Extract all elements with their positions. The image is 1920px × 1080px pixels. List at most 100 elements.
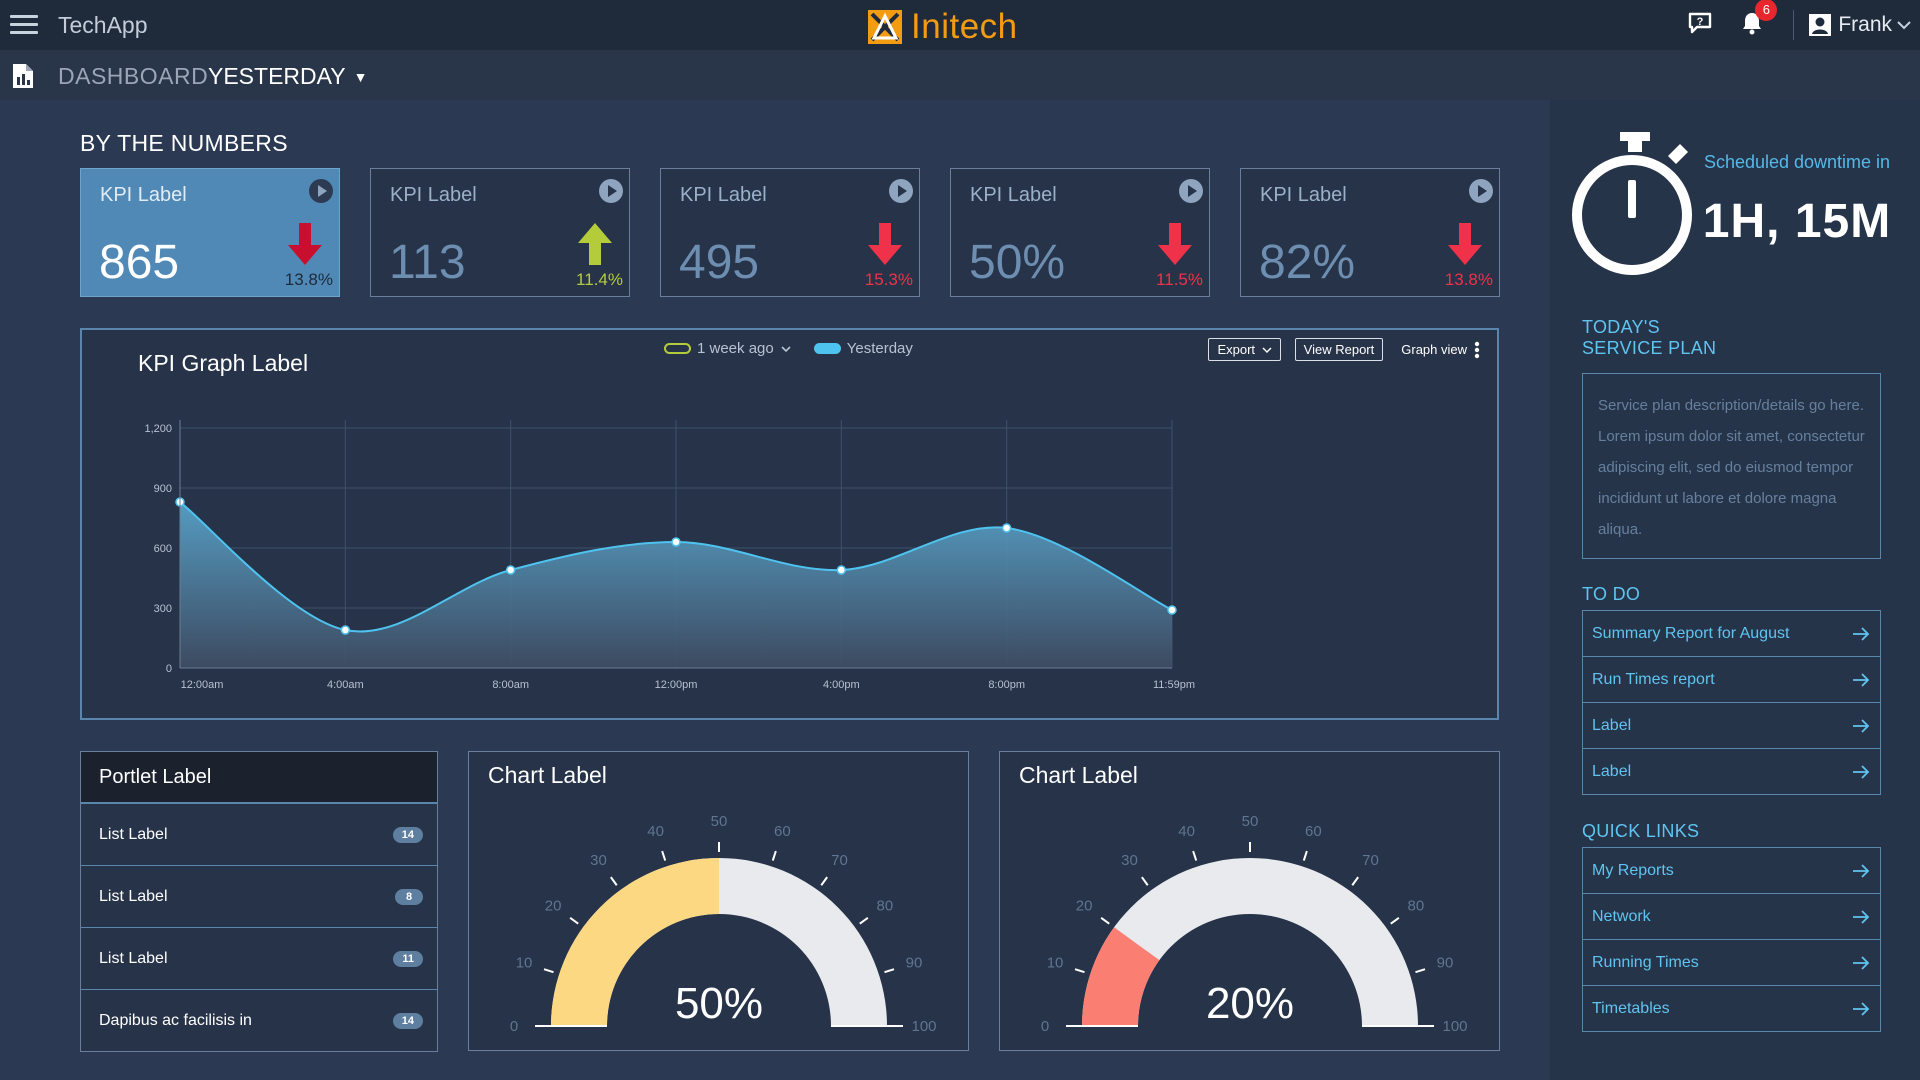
sidebar-link-label: Timetables (1592, 999, 1670, 1017)
play-icon[interactable] (889, 179, 913, 203)
downtime-value: 1H, 15M (1702, 195, 1892, 248)
gauge-title-2: Chart Label (1019, 762, 1138, 788)
graph-view-menu[interactable]: Graph view (1401, 340, 1481, 360)
hamburger-menu-icon[interactable] (10, 15, 38, 35)
gauge-tick-label: 20 (545, 898, 562, 915)
sidebar-link[interactable]: Label (1582, 748, 1881, 795)
graph-legend: 1 week ago Yesterday (664, 340, 935, 357)
list-item[interactable]: List Label 11 (81, 928, 437, 990)
data-point[interactable] (505, 565, 516, 575)
legend-week-ago[interactable]: 1 week ago (664, 340, 792, 357)
gauge-tick-label: 0 (1041, 1018, 1049, 1035)
kpi-value: 50% (969, 236, 1066, 289)
data-point[interactable] (671, 537, 681, 547)
play-icon[interactable] (599, 179, 623, 203)
data-point[interactable] (340, 625, 351, 635)
gauge-tick (661, 850, 667, 861)
brand-logo[interactable]: Initech (868, 7, 1018, 47)
portlet: Portlet Label List Label 14 List Label 8 Lis… (80, 751, 438, 1052)
gauge-tick (1192, 850, 1198, 861)
chevron-down-icon (781, 345, 791, 352)
sidebar-link-label: Summary Report for August (1592, 624, 1790, 642)
sidebar-link[interactable]: Run Times report (1582, 656, 1881, 703)
list-item[interactable]: List Label 8 (81, 866, 437, 928)
data-point[interactable] (1167, 605, 1177, 615)
service-plan-description: Service plan description/details go here… (1582, 373, 1881, 559)
gauge-card-2: 0 10 20 30 40 50 60 70 80 90 100 20% Chart Label (999, 751, 1500, 1051)
legend-yesterday[interactable]: Yesterday (813, 340, 913, 357)
y-tick-label: 900 (154, 483, 172, 495)
play-icon[interactable] (1179, 179, 1203, 203)
data-point[interactable] (1001, 523, 1012, 533)
sidebar-link[interactable]: Summary Report for August (1582, 610, 1881, 657)
stopwatch-icon (1572, 132, 1692, 275)
kpi-label: KPI Label (390, 184, 477, 206)
play-icon[interactable] (1469, 179, 1493, 203)
kpi-area-chart: 0 300 600 900 1,200 12:00am 4:00am 8:00am 12:00p… (144, 420, 1195, 691)
list-item[interactable]: List Label 14 (81, 804, 437, 866)
sidebar-link[interactable]: Label (1582, 702, 1881, 749)
sidebar-link[interactable]: Network (1582, 893, 1881, 940)
x-tick-label: 12:00pm (655, 679, 698, 691)
top-icons: ? 6 Frank (1687, 0, 1920, 50)
sidebar-link[interactable]: My Reports (1582, 847, 1881, 894)
section-title: BY THE NUMBERS (80, 130, 288, 156)
kpi-card[interactable]: KPI Label 865 13.8% (80, 168, 340, 297)
kpi-change: 11.4% (576, 270, 623, 289)
arrow-right-icon (1853, 764, 1870, 779)
x-tick-label: 8:00am (492, 679, 529, 691)
arrow-right-icon (1853, 718, 1870, 733)
data-point[interactable] (836, 565, 847, 575)
gauge-tick (771, 850, 777, 861)
export-label: Export (1217, 342, 1256, 357)
gauge-tick-label: 100 (1442, 1018, 1467, 1035)
list-item[interactable]: Dapibus ac facilisis in 14 (81, 990, 437, 1052)
arrow-up-icon (578, 223, 612, 265)
sidebar-link[interactable]: Running Times (1582, 939, 1881, 986)
kpi-card[interactable]: KPI Label 113 11.4% (370, 168, 630, 297)
y-tick-label: 600 (154, 543, 172, 555)
chat-help-icon[interactable]: ? (1687, 11, 1713, 40)
kpi-card[interactable]: KPI Label 50% 11.5% (950, 168, 1210, 297)
gauge-tick (884, 968, 895, 974)
notifications-bell-icon[interactable]: 6 (1741, 0, 1778, 40)
gauge-tick (543, 968, 554, 974)
kpi-card[interactable]: KPI Label 495 15.3% (660, 168, 920, 297)
y-tick-label: 1,200 (144, 423, 172, 435)
arrow-down-icon (288, 223, 322, 265)
gauge-tick-label: 100 (911, 1018, 936, 1035)
gauge-tick-label: 70 (1362, 852, 1379, 869)
sidebar-link[interactable]: Timetables (1582, 985, 1881, 1032)
gauge-tick-label: 30 (1121, 852, 1138, 869)
arrow-down-icon (1448, 223, 1482, 265)
report-document-icon[interactable] (12, 63, 34, 89)
view-report-button[interactable]: View Report (1294, 338, 1384, 361)
gauge-tick (610, 876, 618, 886)
user-name: Frank (1838, 13, 1892, 36)
list-item-label: Dapibus ac facilisis in (99, 1012, 252, 1029)
gauge-tick (1415, 968, 1426, 974)
period-value: YESTERDAY (208, 63, 346, 89)
gauge-tick-label: 60 (774, 823, 791, 840)
gauge-tick (1390, 917, 1400, 925)
play-icon[interactable] (309, 179, 333, 203)
gauge-tick-label: 70 (831, 852, 848, 869)
kpi-card[interactable]: KPI Label 82% 13.8% (1240, 168, 1500, 297)
top-bar: TechApp Initech ? 6 Frank (0, 0, 1920, 50)
legend-swatch-yesterday (813, 343, 841, 354)
gauge-tick-label: 90 (906, 955, 923, 972)
app-name: TechApp (58, 12, 148, 38)
user-menu[interactable]: Frank (1793, 10, 1920, 40)
y-tick-label: 0 (166, 663, 172, 675)
kpi-label: KPI Label (1260, 184, 1347, 206)
period-dropdown[interactable]: YESTERDAY ▼ (208, 63, 367, 90)
gauge-tick (1302, 850, 1308, 861)
x-tick-label: 4:00am (327, 679, 364, 691)
list-item-label: List Label (99, 825, 168, 843)
notification-count-badge: 6 (1755, 0, 1778, 21)
quick-links-title: QUICK LINKS (1582, 821, 1700, 841)
arrow-right-icon (1853, 863, 1870, 878)
arrow-right-icon (1853, 672, 1870, 687)
gauge-tick-label: 50 (1242, 813, 1259, 830)
export-button[interactable]: Export (1208, 338, 1281, 361)
